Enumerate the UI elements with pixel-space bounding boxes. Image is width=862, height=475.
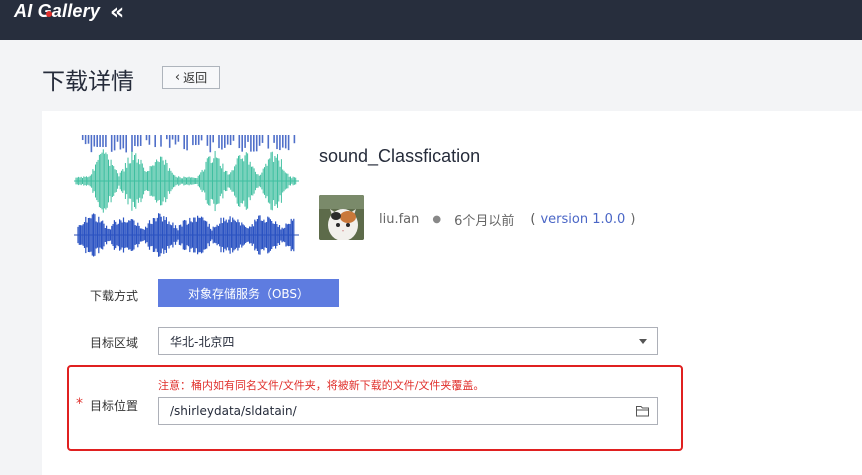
folder-icon[interactable] — [636, 405, 649, 417]
target-location-label: 目标位置 — [90, 399, 139, 413]
region-select-value: 华北-北京四 — [170, 334, 235, 349]
obs-method-button[interactable]: 对象存储服务（OBS） — [158, 279, 339, 307]
double-chevron-left-icon[interactable]: « — [110, 0, 124, 25]
paren-close: ) — [630, 212, 636, 227]
model-meta: liu.fan ● 6个月以前 ( version 1.0.0 ) — [379, 210, 635, 229]
author-name[interactable]: liu.fan — [379, 212, 419, 227]
overwrite-warning: 注意：桶内如有同名文件/文件夹，将被新下载的文件/文件夹覆盖。 — [158, 379, 485, 392]
app-logo[interactable]: AI Gallery — [14, 1, 100, 22]
waveform-image — [74, 135, 299, 257]
paren-open: ( — [530, 212, 536, 227]
required-asterisk: * — [76, 396, 83, 412]
publish-time: 6个月以前 — [454, 214, 515, 229]
back-button-label: 返回 — [183, 71, 208, 85]
top-nav-bar: AI Gallery « — [0, 0, 862, 40]
chevron-left-icon: ‹ — [174, 70, 181, 85]
region-select[interactable]: 华北-北京四 — [158, 327, 658, 355]
target-region-label: 目标区域 — [90, 336, 139, 350]
page-title: 下载详情 — [42, 69, 134, 95]
model-thumbnail — [74, 133, 299, 258]
author-avatar — [319, 195, 364, 240]
path-input-value: /shirleydata/sldatain/ — [170, 404, 297, 418]
back-button[interactable]: ‹ 返回 — [162, 66, 220, 89]
path-input[interactable]: /shirleydata/sldatain/ — [158, 397, 658, 425]
caret-down-icon — [639, 339, 647, 344]
download-method-label: 下载方式 — [90, 289, 139, 303]
logo-dot — [46, 11, 52, 17]
model-version[interactable]: version 1.0.0 — [540, 212, 625, 227]
model-name: sound_Classfication — [319, 146, 481, 166]
separator-dot: ● — [432, 214, 442, 225]
